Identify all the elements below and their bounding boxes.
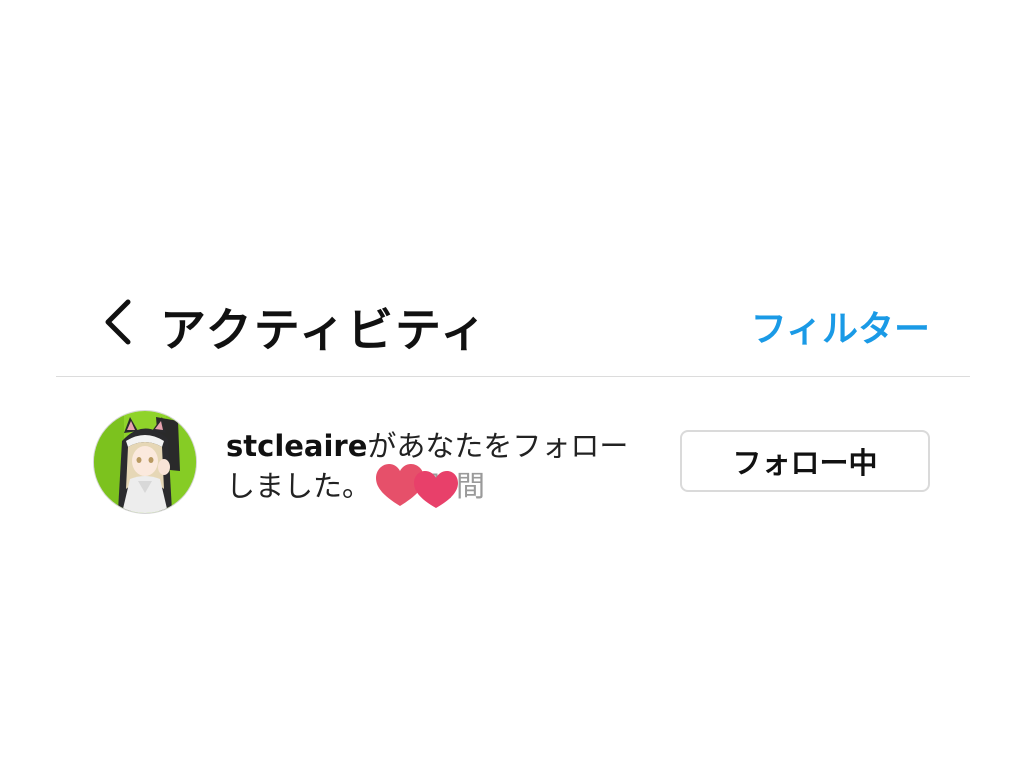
activity-message-line1: stcleaireがあなたをフォロー — [226, 426, 656, 466]
header-bar: アクティビティ フィルター — [0, 280, 1024, 360]
filter-button[interactable]: フィルター — [751, 300, 930, 352]
heart-stickers-icon — [376, 464, 458, 508]
back-button[interactable] — [96, 296, 140, 348]
activity-item[interactable]: stcleaireがあなたをフォロー しました。時間 フォロー中 — [0, 400, 1024, 530]
activity-message-text: があなたをフォロー — [367, 429, 629, 463]
activity-message-text-2: しました。 — [226, 469, 372, 503]
user-avatar-image — [94, 411, 196, 513]
activity-screen: アクティビティ フィルター stcleaireがあなたをフォロー しました。 フ… — [0, 0, 1024, 775]
header-divider — [56, 376, 970, 377]
chevron-left-icon — [105, 299, 131, 345]
avatar[interactable] — [93, 410, 197, 514]
username-link[interactable]: stcleaire — [226, 429, 367, 463]
page-title: アクティビティ — [160, 303, 489, 357]
following-button[interactable]: フォロー中 — [680, 430, 930, 492]
